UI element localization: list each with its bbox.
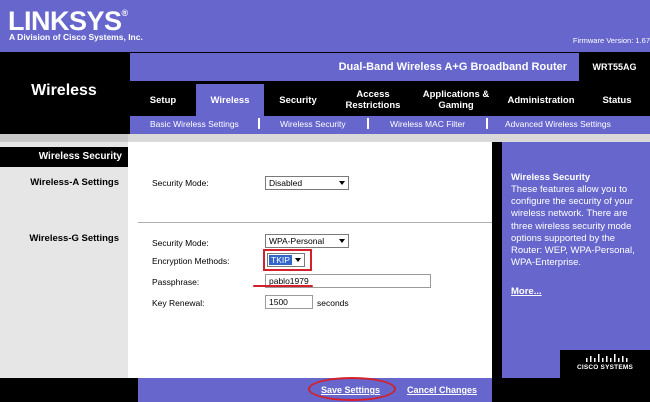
top-header: LINKSYS® A Division of Cisco Systems, In…	[0, 0, 650, 52]
chevron-down-icon	[339, 239, 345, 243]
save-highlight-annotation	[308, 377, 396, 401]
passphrase-label: Passphrase:	[152, 277, 200, 287]
tab-administration[interactable]: Administration	[498, 84, 584, 116]
subtab-basic-wireless[interactable]: Basic Wireless Settings	[150, 119, 239, 129]
footer-left	[0, 378, 138, 402]
linksys-logo: LINKSYS®	[8, 8, 129, 35]
tab-security[interactable]: Security	[264, 84, 332, 116]
security-mode-g-label: Security Mode:	[152, 238, 209, 248]
registered-mark: ®	[121, 8, 129, 18]
encryption-methods-value: TKIP	[269, 255, 292, 265]
section-title: Wireless	[31, 82, 97, 99]
chevron-down-icon	[295, 258, 301, 262]
brand-tagline: A Division of Cisco Systems, Inc.	[9, 32, 143, 42]
main-tabs: Setup Wireless Security Access Restricti…	[130, 84, 650, 116]
security-mode-a-label: Security Mode:	[152, 178, 209, 188]
security-mode-g-value: WPA-Personal	[269, 236, 325, 246]
divider-strip-left	[0, 134, 128, 142]
encryption-methods-select[interactable]: TKIP	[267, 253, 305, 267]
tab-status[interactable]: Status	[584, 84, 650, 116]
security-mode-g-select[interactable]: WPA-Personal	[265, 234, 349, 248]
cisco-text: CISCO SYSTEMS	[576, 364, 634, 371]
tab-applications-gaming[interactable]: Applications & Gaming	[414, 84, 498, 116]
product-name: Dual-Band Wireless A+G Broadband Router	[338, 61, 567, 73]
encryption-methods-label: Encryption Methods:	[152, 256, 230, 266]
help-more-link[interactable]: More...	[511, 286, 542, 297]
help-text: These features allow you to configure th…	[511, 184, 635, 269]
subtab-wireless-security[interactable]: Wireless Security	[280, 119, 346, 129]
subtab-separator	[367, 118, 369, 129]
key-renewal-label: Key Renewal:	[152, 298, 205, 308]
wireless-g-label: Wireless-G Settings	[29, 233, 119, 244]
cisco-logo: CISCO SYSTEMS	[560, 350, 650, 378]
wireless-a-label: Wireless-A Settings	[30, 177, 119, 188]
tab-setup[interactable]: Setup	[130, 84, 196, 116]
subtab-advanced-wireless[interactable]: Advanced Wireless Settings	[505, 119, 611, 129]
security-mode-a-value: Disabled	[269, 178, 303, 188]
product-bar: Dual-Band Wireless A+G Broadband Router	[130, 53, 579, 81]
key-renewal-input[interactable]: 1500	[265, 295, 313, 309]
security-mode-a-select[interactable]: Disabled	[265, 176, 349, 190]
section-divider	[138, 222, 492, 223]
sidebar-header: Wireless Security	[0, 147, 128, 167]
help-divider	[492, 142, 502, 378]
cancel-changes-button[interactable]: Cancel Changes	[404, 383, 480, 397]
chevron-down-icon	[339, 181, 345, 185]
cisco-bars-icon	[586, 354, 628, 362]
center-gutter	[128, 142, 138, 378]
tab-wireless[interactable]: Wireless	[196, 84, 264, 116]
key-renewal-value: 1500	[269, 297, 288, 307]
subtab-separator	[258, 118, 260, 129]
sub-tabs: Basic Wireless Settings Wireless Securit…	[130, 116, 650, 134]
subtab-separator	[486, 118, 488, 129]
model-number: WRT55AG	[579, 53, 650, 81]
help-title: Wireless Security	[511, 172, 591, 183]
key-renewal-unit: seconds	[317, 298, 349, 308]
subtab-mac-filter[interactable]: Wireless MAC Filter	[390, 119, 465, 129]
tab-access-restrictions[interactable]: Access Restrictions	[332, 84, 414, 116]
footer-right	[492, 378, 650, 402]
firmware-version: Firmware Version: 1.67	[572, 36, 650, 45]
passphrase-underline-annotation	[253, 285, 313, 287]
